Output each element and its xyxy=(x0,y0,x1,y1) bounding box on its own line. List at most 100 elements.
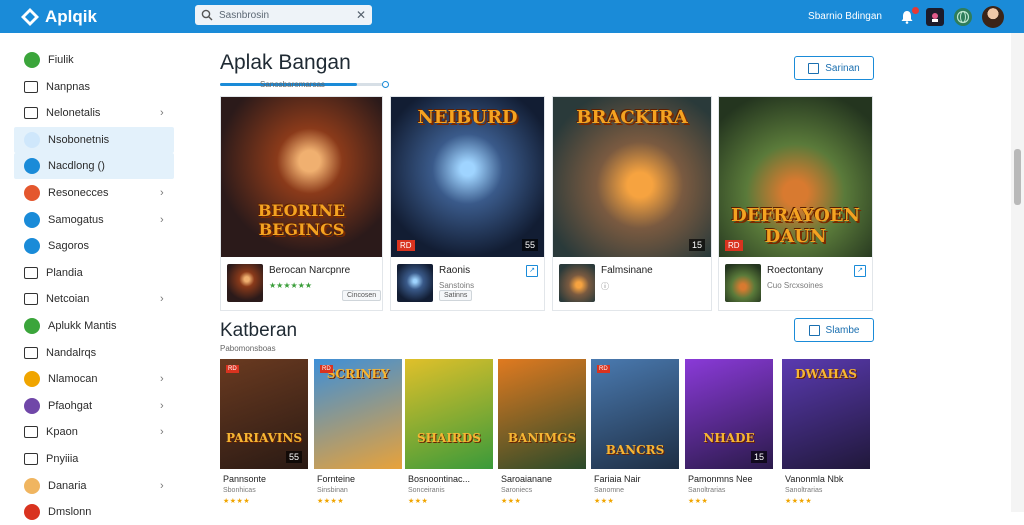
sidebar-item-2[interactable]: Nanpnas xyxy=(14,74,174,100)
featured-app-banner[interactable]: DEFRAYOEN DAUN RD xyxy=(719,97,872,257)
category-app-card[interactable]: BANCRS RD Fariaia Nair Sanomne ★★★ xyxy=(591,359,679,509)
sidebar-item-7[interactable]: Samogatus › xyxy=(14,207,174,233)
sidebar-item-label: Aplukk Mantis xyxy=(48,320,117,332)
sidebar: Fiulik Nanpnas Nelonetalis › Nsobonetnis Nacd… xyxy=(0,33,185,521)
search-box[interactable]: Sasnbrosin ✕ xyxy=(195,5,372,25)
app-category-chip[interactable]: Satinns xyxy=(439,290,473,301)
chat-icon xyxy=(24,131,40,148)
category-app-card[interactable]: SCRINEY RD Fornteine Sinsbinan ★★★★ xyxy=(314,359,402,509)
notification-icon[interactable] xyxy=(898,6,919,26)
view-all-icon xyxy=(808,62,820,74)
featured-app-banner[interactable]: NEIBURD RD 55 xyxy=(391,97,544,257)
carousel-slider-handle[interactable] xyxy=(382,81,389,88)
app-name[interactable]: Pamonmns Nee xyxy=(688,474,753,484)
clear-search-icon[interactable]: ✕ xyxy=(356,8,366,22)
sidebar-item-17[interactable]: Danaria › xyxy=(14,473,174,499)
category-app-cover[interactable]: NHADE 15 xyxy=(685,359,773,469)
app-logo[interactable]: Aplqik xyxy=(20,7,97,27)
featured-app-banner[interactable]: BRACKIRA 15 xyxy=(553,97,711,257)
category-app-cover[interactable]: SCRINEY RD xyxy=(314,359,402,469)
app-meta: Sanstoins xyxy=(439,281,475,290)
category-app-card[interactable]: BANIMGS Saroaianane Saroniecs ★★★ xyxy=(498,359,586,509)
sidebar-item-5[interactable]: Nacdlong () xyxy=(14,153,174,180)
app-meta: Sinsbinan xyxy=(317,487,348,494)
app-name[interactable]: Bosnoontinac... xyxy=(408,474,470,484)
app-name[interactable]: Fariaia Nair xyxy=(594,474,641,484)
sidebar-item-15[interactable]: Kpaon › xyxy=(14,419,174,445)
view-all-button[interactable]: Sarinan xyxy=(794,56,874,80)
category-app-cover[interactable]: BANIMGS xyxy=(498,359,586,469)
category-app-cover[interactable]: PARIAVINS RD 55 xyxy=(220,359,308,469)
sidebar-item-14[interactable]: Pfaohgat › xyxy=(14,393,174,419)
app-thumbnail[interactable] xyxy=(559,264,595,302)
sidebar-item-4[interactable]: Nsobonetnis xyxy=(14,126,174,153)
open-external-icon[interactable]: ↗ xyxy=(526,265,538,277)
list-icon xyxy=(24,80,38,93)
featured-app-card[interactable]: BRACKIRA 15 Falmsinane ⓘ xyxy=(552,96,712,311)
app-thumbnail[interactable] xyxy=(397,264,433,302)
sidebar-item-8[interactable]: Sagoros xyxy=(14,233,174,259)
top-bar: Aplqik Sasnbrosin ✕ Sbarnio Bdingan xyxy=(0,0,1024,33)
fire-icon xyxy=(24,185,40,201)
sidebar-item-label: Nsobonetnis xyxy=(48,133,110,146)
chevron-right-icon: › xyxy=(160,107,164,120)
sidebar-item-1[interactable]: Fiulik xyxy=(14,47,174,73)
app-name[interactable]: Berocan Narcpnre xyxy=(269,265,350,276)
scrollbar-thumb[interactable] xyxy=(1014,149,1021,205)
featured-app-card[interactable]: NEIBURD RD 55 Raonis Sanstoins Satinns ↗ xyxy=(390,96,545,311)
cover-badge: RD xyxy=(226,365,239,373)
app-name[interactable]: Falmsinane xyxy=(601,265,653,276)
app-thumbnail[interactable] xyxy=(227,264,263,302)
sidebar-item-3[interactable]: Nelonetalis › xyxy=(14,100,174,126)
category-app-cover[interactable]: BANCRS RD xyxy=(591,359,679,469)
chevron-right-icon: › xyxy=(160,479,164,492)
app-name[interactable]: Fornteine xyxy=(317,474,355,484)
search-input[interactable]: Sasnbrosin xyxy=(219,10,356,21)
globe-icon xyxy=(24,238,40,255)
app-name[interactable]: Pannsonte xyxy=(223,474,266,484)
sidebar-item-18[interactable]: Dmslonn xyxy=(14,499,174,525)
cover-title-art: BANCRS xyxy=(605,443,665,457)
category-app-card[interactable]: SHAIRDS Bosnoontinac... Sonceiranis ★★★ xyxy=(405,359,493,509)
app-name[interactable]: Vanonmla Nbk xyxy=(785,474,843,484)
app-name[interactable]: Saroaianane xyxy=(501,474,552,484)
logo-icon xyxy=(21,7,39,26)
app-name[interactable]: Raonis xyxy=(439,265,470,276)
featured-app-card[interactable]: DEFRAYOEN DAUN RD Roectontany Cuo Srcxso… xyxy=(718,96,873,311)
page-icon xyxy=(24,266,38,279)
rating-stars: ★★★ xyxy=(688,498,709,505)
open-external-icon[interactable]: ↗ xyxy=(854,265,866,277)
bookmark-icon xyxy=(24,158,40,175)
smile-icon xyxy=(24,371,40,388)
category-app-cover[interactable]: DWAHAS xyxy=(782,359,870,469)
category-app-card[interactable]: DWAHAS Vanonmla Nbk Sanoltrarias ★★★★ xyxy=(782,359,870,509)
app-name[interactable]: Roectontany xyxy=(767,265,823,276)
featured-app-banner[interactable]: BEORINE BEGINCS xyxy=(221,97,382,257)
sidebar-item-16[interactable]: Pnyiiia xyxy=(14,446,174,472)
sidebar-item-label: Netcoian xyxy=(46,293,90,306)
sidebar-item-label: Samogatus xyxy=(48,213,104,226)
app-switcher-icon[interactable] xyxy=(926,7,944,26)
category-app-card[interactable]: NHADE 15 Pamonmns Nee Sanoltrarias ★★★ xyxy=(685,359,773,509)
app-thumbnail[interactable] xyxy=(725,264,761,302)
page-scrollbar[interactable] xyxy=(1011,33,1024,512)
chevron-right-icon: › xyxy=(160,213,164,226)
section-title-apps: Aplak Bangan xyxy=(220,51,351,74)
app-category-chip[interactable]: Cincosen xyxy=(342,290,382,301)
sidebar-item-label: Kpaon xyxy=(46,426,78,439)
banner-badge: RD xyxy=(725,240,743,251)
sidebar-item-11[interactable]: Aplukk Mantis xyxy=(14,313,174,339)
user-avatar[interactable] xyxy=(982,5,1004,28)
category-app-cover[interactable]: SHAIRDS xyxy=(405,359,493,469)
sidebar-item-13[interactable]: Nlamocan › xyxy=(14,366,174,392)
user-name[interactable]: Sbarnio Bdingan xyxy=(808,11,882,22)
sidebar-item-9[interactable]: Plandia xyxy=(14,260,174,286)
sidebar-item-10[interactable]: Netcoian › xyxy=(14,286,174,312)
more-button[interactable]: Slambe xyxy=(794,318,874,342)
featured-app-card[interactable]: BEORINE BEGINCS Berocan Narcpnre ★★★★★★ … xyxy=(220,96,383,311)
sidebar-item-label: Plandia xyxy=(46,266,83,279)
globe-icon[interactable] xyxy=(954,7,972,26)
category-app-card[interactable]: PARIAVINS RD 55 Pannsonte Sbonhicas ★★★★ xyxy=(220,359,308,509)
sidebar-item-6[interactable]: Resonecces › xyxy=(14,180,174,206)
sidebar-item-12[interactable]: Nandalrqs xyxy=(14,340,174,366)
